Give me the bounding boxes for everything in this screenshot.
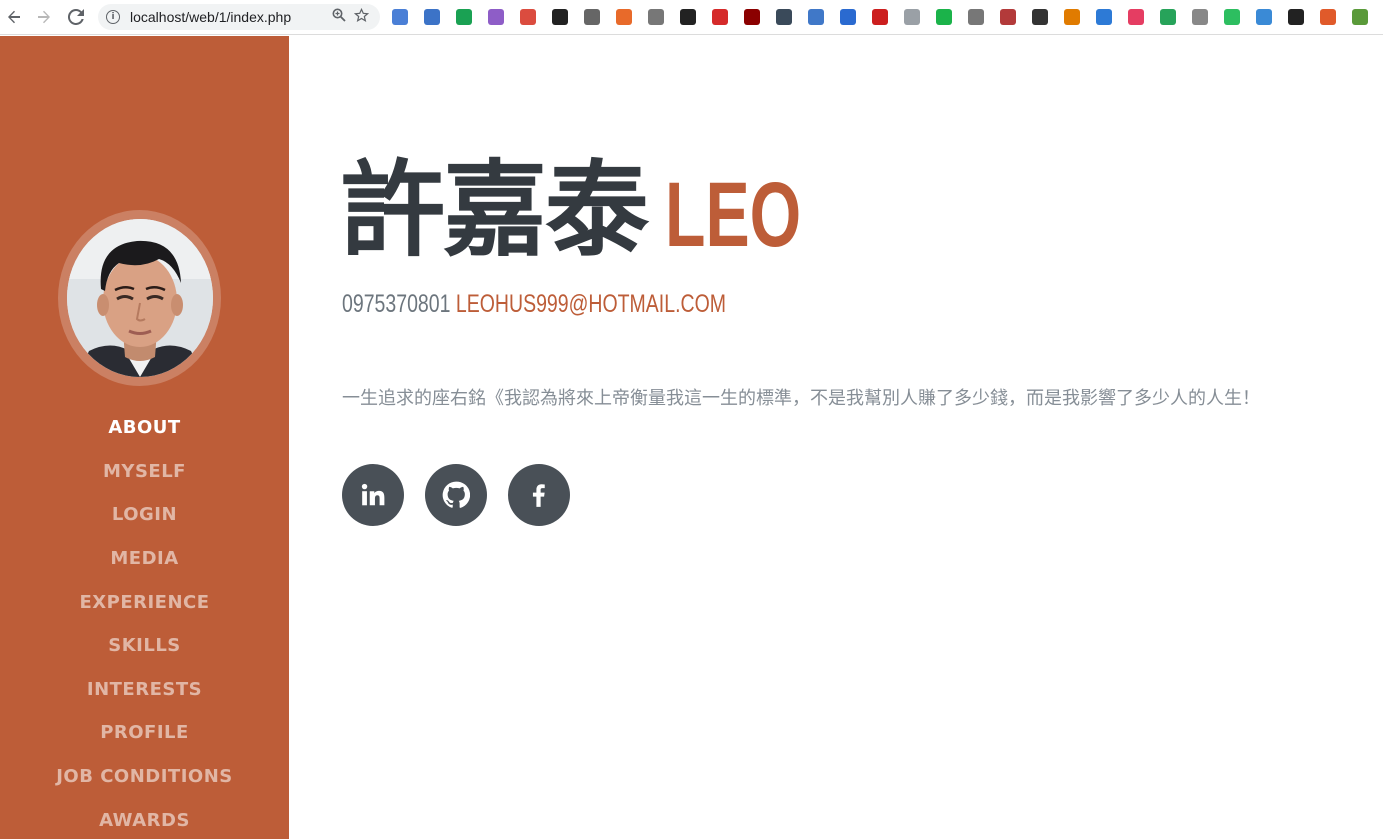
- back-button[interactable]: [0, 3, 28, 31]
- sidebar-item-label: MEDIA: [110, 548, 179, 570]
- music-icon[interactable]: [616, 9, 632, 25]
- e-icon[interactable]: [648, 9, 664, 25]
- sidebar-item-label: MYSELF: [103, 460, 186, 482]
- adblock-icon[interactable]: [872, 9, 888, 25]
- new-badge-icon[interactable]: [840, 9, 856, 25]
- sidebar-item-job-conditions[interactable]: JOB CONDITIONS: [0, 755, 289, 799]
- facebook-button[interactable]: [508, 464, 570, 526]
- github-button[interactable]: [425, 464, 487, 526]
- sidebar-item-myself[interactable]: MYSELF: [0, 450, 289, 494]
- play-icon[interactable]: [552, 9, 568, 25]
- e-dark-icon[interactable]: [776, 9, 792, 25]
- sidebar-item-label: JOB CONDITIONS: [56, 766, 233, 788]
- browser-toolbar: i localhost/web/1/index.php: [0, 0, 1383, 35]
- ublock-icon[interactable]: [744, 9, 760, 25]
- sidebar-item-label: AWARDS: [99, 809, 190, 831]
- social-links: [342, 464, 591, 526]
- sidebar-item-awards[interactable]: AWARDS: [0, 798, 289, 839]
- share-icon[interactable]: [936, 9, 952, 25]
- reload-button[interactable]: [62, 3, 90, 31]
- url-text[interactable]: localhost/web/1/index.php: [130, 9, 328, 25]
- forward-arrow-icon: [38, 10, 50, 24]
- chat-icon[interactable]: [968, 9, 984, 25]
- sidebar-item-skills[interactable]: SKILLS: [0, 624, 289, 668]
- zoom-icon[interactable]: [328, 8, 350, 26]
- circle-icon[interactable]: [584, 9, 600, 25]
- email-link[interactable]: LEOHUS999@HOTMAIL.COM: [456, 290, 726, 318]
- pdf-icon[interactable]: [1000, 9, 1016, 25]
- address-bar[interactable]: i localhost/web/1/index.php: [98, 4, 380, 30]
- d-badge-icon[interactable]: [456, 9, 472, 25]
- back-arrow-icon: [8, 10, 20, 24]
- spiral-icon[interactable]: [1128, 9, 1144, 25]
- avatar-frame: [58, 210, 221, 386]
- ninja-icon[interactable]: [1288, 9, 1304, 25]
- profile-photo: [66, 219, 213, 377]
- sidebar-item-label: LOGIN: [111, 504, 178, 526]
- main-content: 許嘉泰 LEO 0975370801 LEOHUS999@HOTMAIL.COM…: [289, 36, 1383, 839]
- phone-number: 0975370801: [342, 290, 451, 318]
- sidebar-item-label: PROFILE: [100, 722, 189, 744]
- reload-icon: [68, 9, 84, 25]
- fish-icon[interactable]: [680, 9, 696, 25]
- scissors-icon[interactable]: [1064, 9, 1080, 25]
- sidebar-item-experience[interactable]: EXPERIENCE: [0, 580, 289, 624]
- linkedin-icon: [361, 483, 385, 506]
- sidebar-item-profile[interactable]: PROFILE: [0, 711, 289, 755]
- translate-icon[interactable]: [392, 9, 408, 25]
- todoist-icon[interactable]: [520, 9, 536, 25]
- triangle-icon[interactable]: [1096, 9, 1112, 25]
- puzzle-icon[interactable]: [1352, 9, 1368, 25]
- info-icon[interactable]: i: [106, 10, 120, 24]
- name-english: LEO: [665, 164, 802, 266]
- rainbow-icon[interactable]: [1256, 9, 1272, 25]
- sidebar-item-label: EXPERIENCE: [79, 591, 210, 613]
- feather-icon[interactable]: [488, 9, 504, 25]
- sidebar-item-interests[interactable]: INTERESTS: [0, 668, 289, 712]
- bookmark-star-icon[interactable]: [350, 7, 372, 27]
- dropbox-icon[interactable]: [904, 9, 920, 25]
- sidebar-item-about[interactable]: ABOUT: [0, 406, 289, 450]
- brush-icon[interactable]: [1032, 9, 1048, 25]
- linkedin-button[interactable]: [342, 464, 404, 526]
- page-title: 許嘉泰 LEO: [341, 158, 854, 262]
- sidebar-item-label: INTERESTS: [86, 678, 203, 700]
- hand-icon[interactable]: [712, 9, 728, 25]
- lighthouse-icon[interactable]: [1320, 9, 1336, 25]
- avatar: [66, 219, 213, 377]
- motto-text: 一生追求的座右銘《我認為將來上帝衡量我這一生的標準，不是我幫別人賺了多少錢，而是…: [342, 388, 1260, 409]
- globe-icon[interactable]: [1192, 9, 1208, 25]
- evernote-icon[interactable]: [1224, 9, 1240, 25]
- sidebar-nav: ABOUT MYSELF LOGIN MEDIA EXPERIENCE SKIL…: [0, 406, 289, 839]
- extensions-bar: [392, 6, 1383, 28]
- facebook-icon: [532, 484, 545, 507]
- contact-line: 0975370801 LEOHUS999@HOTMAIL.COM: [342, 290, 726, 319]
- sidebar: ABOUT MYSELF LOGIN MEDIA EXPERIENCE SKIL…: [0, 36, 289, 839]
- github-icon: [442, 481, 470, 508]
- diamond-icon[interactable]: [1160, 9, 1176, 25]
- sidebar-item-label: SKILLS: [108, 635, 181, 657]
- new-icon[interactable]: [808, 9, 824, 25]
- sidebar-item-media[interactable]: MEDIA: [0, 537, 289, 581]
- sidebar-item-label: ABOUT: [108, 417, 181, 439]
- name-chinese: 許嘉泰: [341, 149, 649, 271]
- mail-icon[interactable]: [424, 9, 440, 25]
- sidebar-item-login[interactable]: LOGIN: [0, 493, 289, 537]
- forward-button[interactable]: [30, 3, 58, 31]
